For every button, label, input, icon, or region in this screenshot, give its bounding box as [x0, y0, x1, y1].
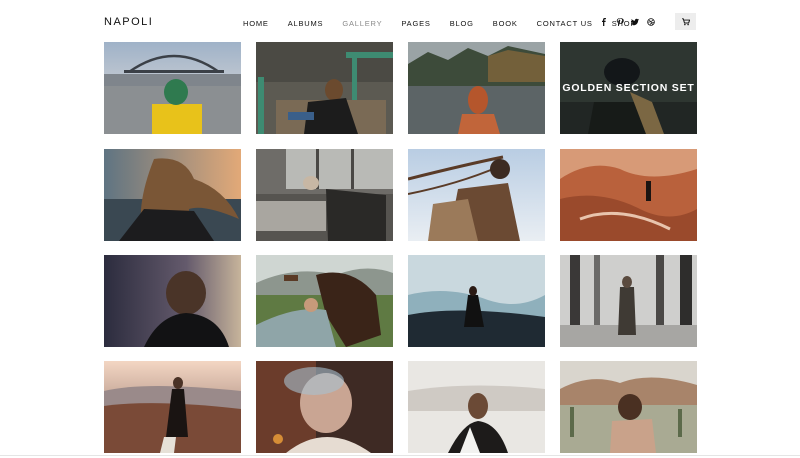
cart-icon — [681, 17, 690, 25]
gallery-tile-woman-rocks-ocean[interactable] — [408, 255, 545, 347]
gallery-tile-bridge-girl[interactable] — [104, 42, 241, 134]
nav-item-gallery[interactable]: GALLERY — [342, 19, 382, 28]
dribbble-icon[interactable] — [645, 16, 657, 28]
nav-item-blog[interactable]: BLOG — [450, 19, 474, 28]
gallery-tile-woman-rope[interactable] — [408, 149, 545, 241]
gallery-tile-woman-window[interactable] — [256, 149, 393, 241]
site-header: NAPOLI HOME ALBUMS GALLERY PAGES BLOG BO… — [0, 0, 800, 42]
gallery-tile-dark-portrait[interactable] — [104, 255, 241, 347]
gallery-tile-woman-bench[interactable] — [256, 42, 393, 134]
nav-item-contact-us[interactable]: CONTACT US — [537, 19, 593, 28]
tile-caption: GOLDEN SECTION SET — [562, 82, 695, 94]
nav-item-book[interactable]: BOOK — [493, 19, 518, 28]
gallery-tile-windblown-hair[interactable] — [104, 149, 241, 241]
cart-button[interactable] — [675, 13, 696, 30]
gallery-tile-red-canyon[interactable] — [560, 149, 697, 241]
gallery-tile-man-hill[interactable] — [104, 361, 241, 453]
gallery-tile-woman-snow[interactable] — [408, 361, 545, 453]
site-logo[interactable]: NAPOLI — [104, 16, 153, 28]
gallery-tile-misty-forest[interactable] — [560, 255, 697, 347]
facebook-icon[interactable] — [598, 16, 610, 28]
social-links — [598, 16, 660, 28]
nav-item-albums[interactable]: ALBUMS — [288, 19, 324, 28]
gallery-tile-woman-horse[interactable] — [256, 255, 393, 347]
gallery-tile-couple-desert[interactable] — [560, 361, 697, 453]
nav-item-home[interactable]: HOME — [243, 19, 269, 28]
main-nav: HOME ALBUMS GALLERY PAGES BLOG BOOK CONT… — [243, 18, 655, 28]
gallery-tile-redhead-lake[interactable] — [408, 42, 545, 134]
page-bottom-divider — [0, 455, 800, 456]
twitter-icon[interactable] — [629, 16, 641, 28]
gallery-tile-blurred-portrait[interactable] — [256, 361, 393, 453]
pinterest-icon[interactable] — [614, 16, 626, 28]
gallery-tile-golden-section-set[interactable]: GOLDEN SECTION SET — [560, 42, 697, 134]
nav-item-pages[interactable]: PAGES — [401, 19, 430, 28]
